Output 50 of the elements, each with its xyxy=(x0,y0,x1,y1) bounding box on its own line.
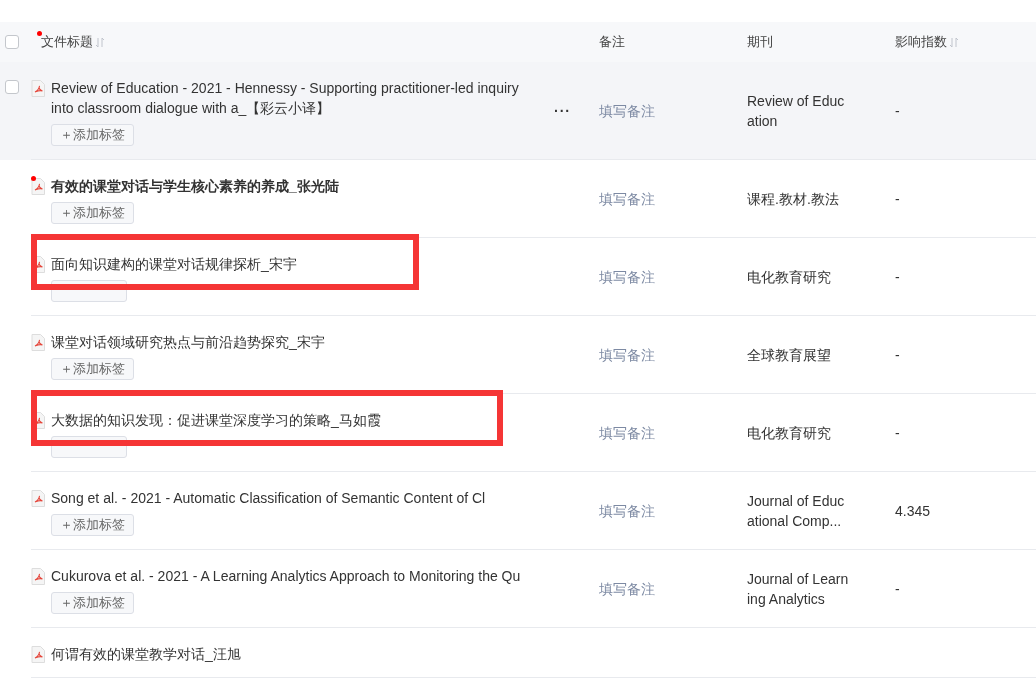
impact-value: - xyxy=(895,424,900,443)
unread-dot xyxy=(37,31,42,36)
pdf-file-icon xyxy=(31,490,45,507)
document-title[interactable]: 课堂对话领域研究热点与前沿趋势探究_宋宇 xyxy=(51,332,325,352)
add-tag-button[interactable]: ＋添加标签 xyxy=(51,514,134,536)
impact-value: 4.345 xyxy=(895,502,931,521)
journal-name: Journal of Educational Comp... xyxy=(747,492,846,531)
document-title[interactable]: Song et al. - 2021 - Automatic Classification of Semantic Content of Cl xyxy=(51,488,486,508)
impact-value: - xyxy=(895,346,900,365)
note-link[interactable]: 填写备注 xyxy=(599,345,655,365)
journal-name: 课程.教材.教法 xyxy=(747,190,840,209)
note-link[interactable]: 填写备注 xyxy=(599,189,655,209)
column-header: 文件标题 xyxy=(41,33,93,51)
add-tag-button[interactable]: ＋添加标签 xyxy=(51,592,134,614)
pdf-file-icon xyxy=(31,646,45,663)
document-title[interactable]: 面向知识建构的课堂对话规律探析_宋宇 xyxy=(51,254,297,274)
column-header: 影响指数 xyxy=(895,33,947,51)
sort-icon[interactable] xyxy=(95,36,105,48)
pdf-file-icon xyxy=(31,80,45,97)
add-tag-button[interactable]: ＋添加标签 xyxy=(51,202,134,224)
impact-value: - xyxy=(895,268,900,287)
impact-value: - xyxy=(895,580,900,599)
checkbox[interactable] xyxy=(5,35,19,49)
note-link[interactable]: 填写备注 xyxy=(599,101,655,121)
note-link[interactable]: 填写备注 xyxy=(599,579,655,599)
checkbox[interactable] xyxy=(5,80,19,94)
pdf-file-icon xyxy=(31,334,45,351)
journal-name: 电化教育研究 xyxy=(747,424,832,443)
document-title[interactable]: 何谓有效的课堂教学对话_汪旭 xyxy=(51,644,241,664)
journal-name: Review of Education xyxy=(747,92,846,131)
note-link[interactable]: 填写备注 xyxy=(599,423,655,443)
column-header: 备注 xyxy=(599,33,625,51)
pdf-file-icon xyxy=(31,178,45,195)
note-link[interactable]: 填写备注 xyxy=(599,267,655,287)
document-title[interactable]: Review of Education - 2021 - Hennessy - Supporting practitioner-led inquiry into classroom dialogue with a_【彩云小译】 xyxy=(51,78,521,118)
sort-icon[interactable] xyxy=(949,36,959,48)
impact-value: - xyxy=(895,102,900,121)
more-button[interactable]: ··· xyxy=(552,103,573,119)
journal-name: 电化教育研究 xyxy=(747,268,832,287)
document-title[interactable]: 有效的课堂对话与学生核心素养的养成_张光陆 xyxy=(51,176,339,196)
pdf-file-icon xyxy=(31,568,45,585)
column-header: 期刊 xyxy=(747,33,773,51)
document-title[interactable]: Cukurova et al. - 2021 - A Learning Analytics Approach to Monitoring the Qu xyxy=(51,566,521,586)
add-tag-button[interactable]: ＋添加标签 xyxy=(51,124,134,146)
add-tag-button[interactable]: ＋添加标签 xyxy=(51,358,134,380)
impact-value: - xyxy=(895,190,900,209)
journal-name: 全球教育展望 xyxy=(747,346,832,365)
journal-name: Journal of Learning Analytics xyxy=(747,570,849,609)
note-link[interactable]: 填写备注 xyxy=(599,501,655,521)
document-title[interactable]: 大数据的知识发现：促进课堂深度学习的策略_马如霞 xyxy=(51,410,381,430)
